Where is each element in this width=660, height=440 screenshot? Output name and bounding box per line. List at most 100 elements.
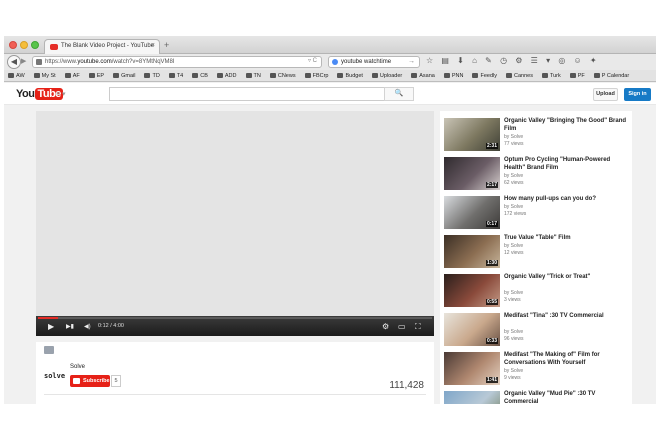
- bookmark-item[interactable]: T4: [168, 73, 184, 79]
- bookmark-item[interactable]: TD: [144, 73, 160, 79]
- tab-bar: The Blank Video Project - YouTube × +: [4, 36, 656, 54]
- bookmark-item[interactable]: PNN: [443, 73, 463, 79]
- channel-logo[interactable]: solve: [44, 372, 65, 380]
- bookmark-label: CB: [200, 73, 208, 79]
- video-views: 172 views: [504, 211, 527, 217]
- fullscreen-icon[interactable]: ⛶: [415, 322, 421, 332]
- sign-in-button[interactable]: Sign in: [624, 88, 651, 101]
- video-thumbnail[interactable]: 2:31: [444, 118, 500, 151]
- bookmark-icon: [569, 73, 576, 78]
- divider: [44, 394, 426, 395]
- tab-close-icon[interactable]: ×: [151, 42, 155, 49]
- bookmark-icon: [33, 73, 40, 78]
- video-thumbnail[interactable]: 0:55: [444, 274, 500, 307]
- video-info-panel: solve Solve Subscribe 5 111,428: [36, 342, 434, 404]
- video-duration: 0:17: [485, 221, 498, 227]
- minimize-window-button[interactable]: [20, 41, 28, 49]
- recommendations-sidebar: 2:31 Organic Valley "Bringing The Good" B…: [440, 111, 632, 404]
- bookmark-item[interactable]: AW: [8, 73, 25, 79]
- zoom-window-button[interactable]: [31, 41, 39, 49]
- browser-search-value: youtube watchtime: [341, 59, 392, 65]
- time-display: 0:12 / 4:00: [98, 323, 124, 329]
- bookmark-label: EP: [96, 73, 105, 79]
- bookmark-icon: [245, 73, 252, 78]
- next-icon[interactable]: ▶▮: [66, 323, 74, 330]
- video-title-link[interactable]: Medifast "Tina" :30 TV Commercial: [504, 313, 630, 321]
- bookmark-item[interactable]: CNews: [269, 73, 296, 79]
- browser-search-field[interactable]: youtube watchtime →: [328, 56, 420, 68]
- video-title-link[interactable]: Optum Pro Cycling "Human-Powered Health"…: [504, 157, 630, 172]
- video-duration: 1:30: [485, 260, 498, 266]
- bookmark-label: T4: [176, 73, 184, 79]
- video-duration: 1:41: [485, 377, 498, 383]
- bookmark-item[interactable]: ADD: [216, 73, 237, 79]
- guide-menu-icon[interactable]: ≡ ▾: [56, 90, 66, 98]
- video-thumbnail[interactable]: 1:41: [444, 352, 500, 385]
- theater-mode-icon[interactable]: ▭: [398, 322, 406, 331]
- video-views: 9 views: [504, 375, 521, 381]
- video-thumbnail[interactable]: 0:17: [444, 196, 500, 229]
- bookmark-item[interactable]: EP: [88, 73, 105, 79]
- progress-bar[interactable]: [38, 317, 432, 319]
- video-thumbnail[interactable]: 2:17: [444, 157, 500, 190]
- volume-icon[interactable]: ◀): [84, 323, 91, 330]
- video-title-link[interactable]: Organic Valley "Bringing The Good" Brand…: [504, 118, 630, 133]
- video-thumbnail[interactable]: [444, 391, 500, 404]
- settings-icon[interactable]: ⚙: [382, 322, 389, 331]
- screenshot-page: The Blank Video Project - YouTube × + ◀ …: [0, 0, 660, 440]
- search-icon[interactable]: 🔍: [384, 87, 414, 101]
- player-controls: ▶ ▶▮ ◀) 0:12 / 4:00 ⚙ ▭ ⛶: [36, 316, 434, 336]
- bookmark-item[interactable]: Gmail: [113, 73, 135, 79]
- recommended-video[interactable]: Organic Valley "Mud Pie" :30 TV Commerci…: [444, 391, 630, 404]
- bookmark-item[interactable]: CB: [192, 73, 208, 79]
- subscribe-button[interactable]: Subscribe: [70, 375, 110, 387]
- channel-name-link[interactable]: Solve: [70, 364, 85, 370]
- bookmark-item[interactable]: Uploader: [371, 73, 402, 79]
- video-thumbnail[interactable]: 0:33: [444, 313, 500, 346]
- lock-icon: [36, 59, 42, 65]
- recommended-video[interactable]: 0:17 How many pull-ups can you do? by Solv…: [444, 196, 630, 232]
- recommended-video[interactable]: 1:30 True Value "Table" Film by Solve 12 vi…: [444, 235, 630, 271]
- back-button[interactable]: ◀: [7, 55, 21, 69]
- bookmark-item[interactable]: My St: [33, 73, 56, 79]
- bookmark-item[interactable]: Budget: [337, 73, 363, 79]
- play-icon[interactable]: ▶: [48, 322, 54, 331]
- recommended-video[interactable]: 2:17 Optum Pro Cycling "Human-Powered Hea…: [444, 157, 630, 193]
- video-title-link[interactable]: Organic Valley "Trick or Treat": [504, 274, 630, 282]
- search-go-icon[interactable]: →: [408, 58, 415, 65]
- youtube-search-input[interactable]: [109, 87, 385, 101]
- bookmark-item[interactable]: TN: [245, 73, 261, 79]
- recommended-video[interactable]: 0:55 Organic Valley "Trick or Treat" by So…: [444, 274, 630, 310]
- toolbar-extension-icons[interactable]: ☆ ▤ ⬇ ⌂ ✎ ◷ ⚙ ☰ ▾ ◎ ☺ ✦: [426, 56, 600, 65]
- tab-youtube[interactable]: The Blank Video Project - YouTube ×: [44, 39, 160, 54]
- video-title-link[interactable]: How many pull-ups can you do?: [504, 196, 630, 204]
- bookmark-item[interactable]: FBCrp: [304, 73, 328, 79]
- url-path: /watch?v=8YMtNqVM8I: [111, 59, 175, 65]
- close-window-button[interactable]: [9, 41, 17, 49]
- bookmark-label: Turk: [549, 73, 561, 79]
- video-title-link[interactable]: Organic Valley "Mud Pie" :30 TV Commerci…: [504, 391, 630, 404]
- recommended-video[interactable]: 2:31 Organic Valley "Bringing The Good" B…: [444, 118, 630, 154]
- bookmark-item[interactable]: Cannes: [505, 73, 533, 79]
- recommended-video[interactable]: 1:41 Medifast "The Making of" Film for Co…: [444, 352, 630, 388]
- bookmark-item[interactable]: Feedly: [472, 73, 497, 79]
- video-channel: by Solve: [504, 134, 524, 140]
- recommended-video[interactable]: 0:33 Medifast "Tina" :30 TV Commercial by …: [444, 313, 630, 349]
- reload-icon[interactable]: ▿ C: [308, 57, 317, 64]
- video-player[interactable]: [36, 111, 434, 336]
- bookmark-label: P Calendar: [601, 73, 630, 79]
- upload-button[interactable]: Upload: [593, 88, 618, 101]
- video-title-link[interactable]: True Value "Table" Film: [504, 235, 630, 243]
- bookmark-item[interactable]: PF: [569, 73, 585, 79]
- browser-window: The Blank Video Project - YouTube × + ◀ …: [4, 36, 656, 404]
- forward-button[interactable]: ▶: [21, 57, 31, 67]
- video-title-link[interactable]: Medifast "The Making of" Film for Conver…: [504, 352, 630, 367]
- video-thumbnail[interactable]: 1:30: [444, 235, 500, 268]
- bookmark-item[interactable]: AF: [64, 73, 80, 79]
- new-tab-button[interactable]: +: [164, 40, 169, 50]
- bookmark-item[interactable]: P Calendar: [593, 73, 630, 79]
- bookmark-item[interactable]: Asana: [411, 73, 435, 79]
- bookmark-icon: [304, 73, 311, 78]
- bookmark-item[interactable]: Turk: [541, 73, 561, 79]
- address-bar[interactable]: https://www.youtube.com/watch?v=8YMtNqVM…: [32, 56, 322, 68]
